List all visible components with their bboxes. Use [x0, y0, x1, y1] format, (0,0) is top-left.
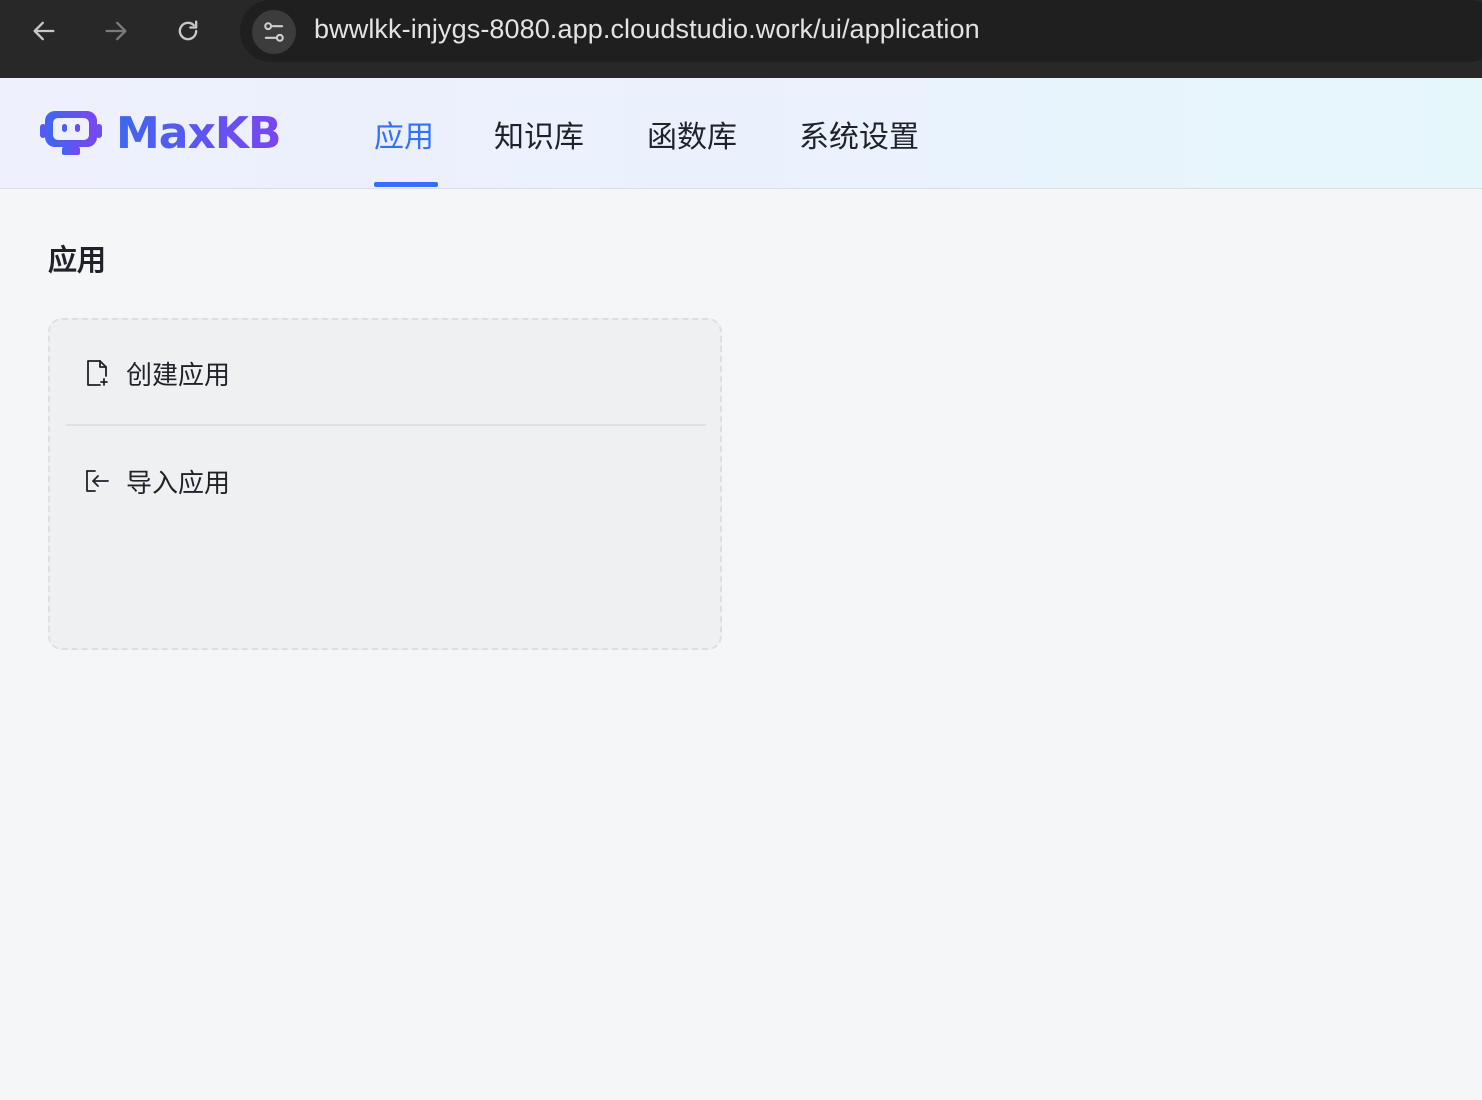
create-app-label: 创建应用 — [126, 360, 231, 391]
robot-icon — [40, 111, 102, 155]
import-app-button[interactable]: 导入应用 — [82, 461, 230, 501]
tab-application[interactable]: 应用 — [374, 112, 434, 156]
active-tab-indicator — [374, 182, 438, 187]
reload-icon — [178, 20, 198, 41]
card-divider — [66, 424, 706, 426]
import-app-label: 导入应用 — [126, 468, 231, 499]
site-info-button[interactable] — [252, 10, 296, 54]
tune-icon — [264, 22, 284, 42]
tab-system-settings[interactable]: 系统设置 — [799, 112, 919, 156]
browser-toolbar: bwwlkk-injygs-8080.app.cloudstudio.work/… — [0, 0, 1482, 78]
reload-button[interactable] — [171, 14, 205, 48]
tab-knowledge[interactable]: 知识库 — [494, 112, 584, 156]
tab-function-lib[interactable]: 函数库 — [647, 112, 737, 156]
file-add-icon — [82, 358, 112, 388]
arrow-left-icon — [33, 21, 55, 41]
import-icon — [82, 466, 112, 496]
logo-text: MaxKB — [116, 107, 281, 159]
create-app-card: 创建应用 导入应用 — [48, 318, 722, 650]
logo[interactable]: MaxKB — [40, 107, 281, 159]
app-header: MaxKB 应用 知识库 函数库 系统设置 — [0, 78, 1482, 189]
create-app-button[interactable]: 创建应用 — [82, 353, 230, 393]
url-text[interactable]: bwwlkk-injygs-8080.app.cloudstudio.work/… — [314, 14, 980, 45]
forward-button[interactable] — [99, 14, 133, 48]
arrow-right-icon — [105, 21, 127, 41]
back-button[interactable] — [27, 14, 61, 48]
page-title: 应用 — [48, 243, 107, 277]
